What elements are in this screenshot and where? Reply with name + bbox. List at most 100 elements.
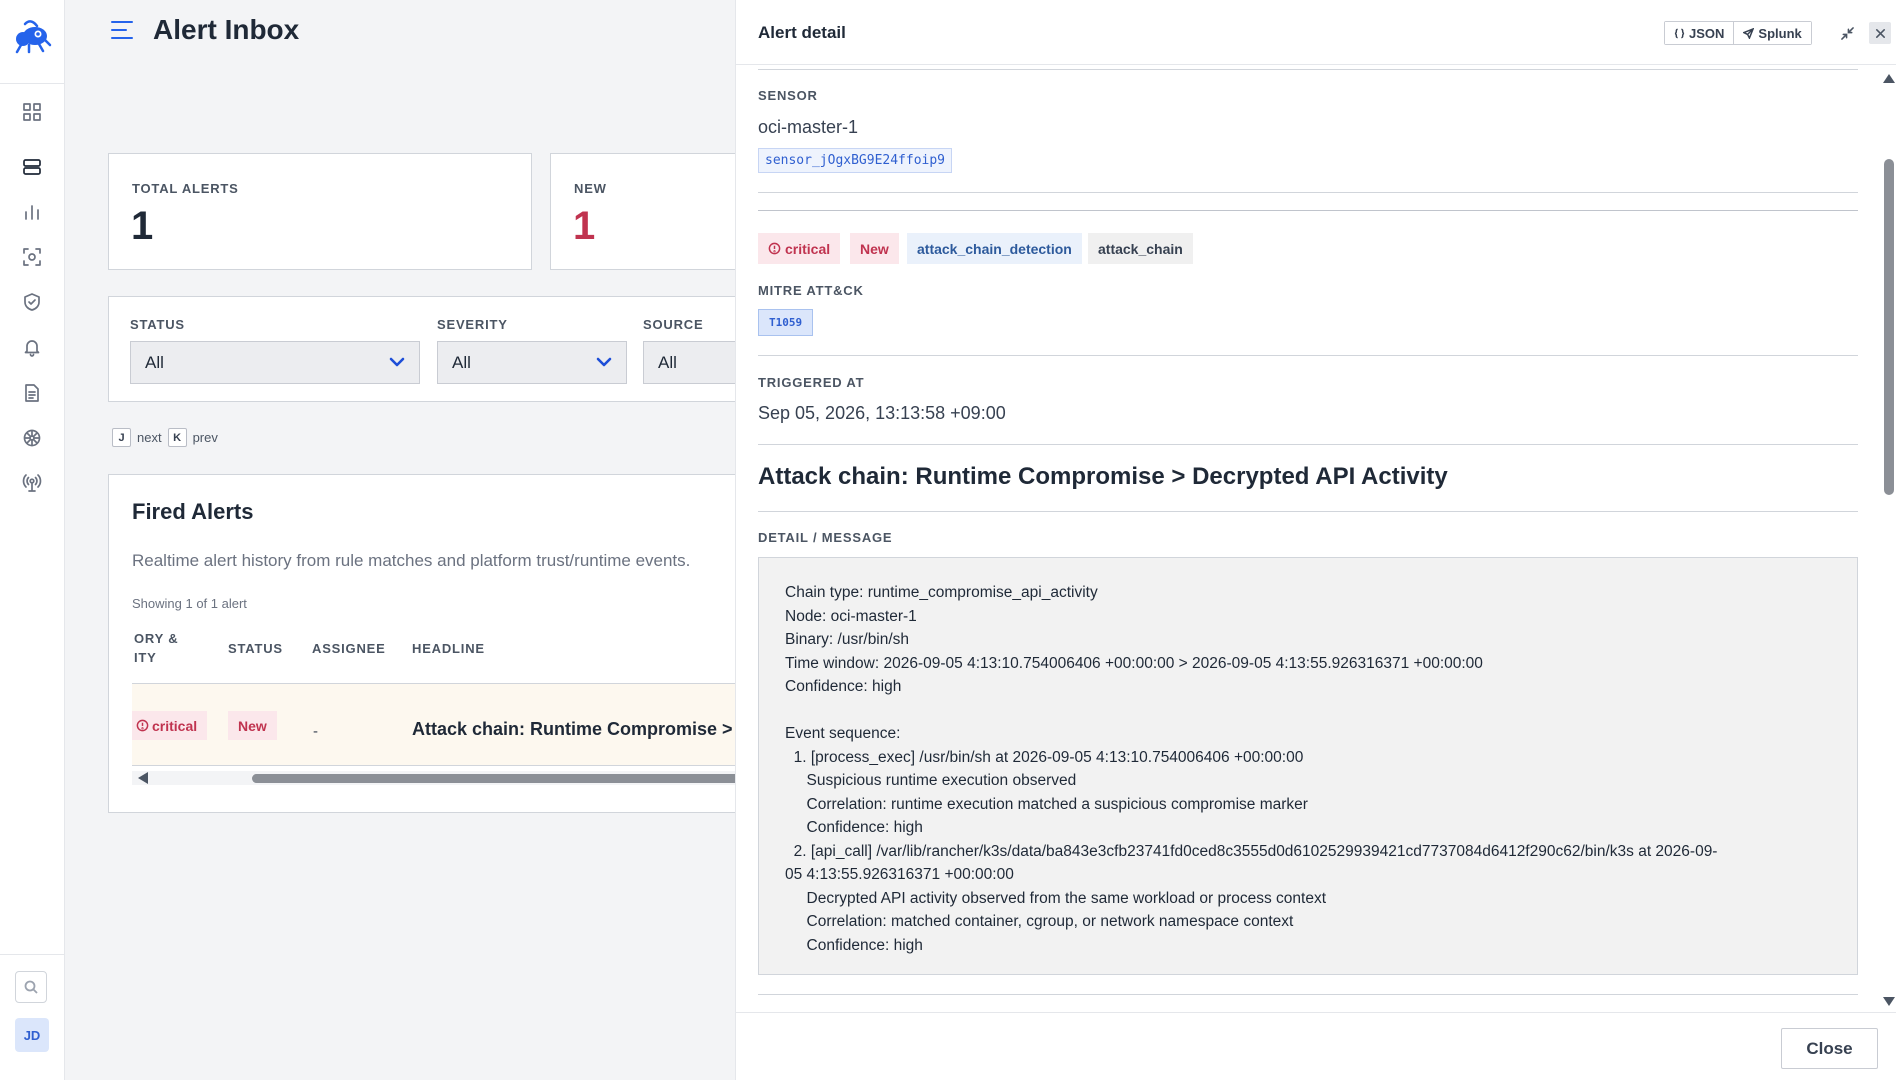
message-line: [785, 699, 1831, 723]
scroll-left-arrow[interactable]: [138, 772, 148, 784]
collapse-button[interactable]: [1836, 22, 1858, 44]
braces-icon: [1674, 28, 1685, 38]
logo-icon[interactable]: [11, 14, 53, 56]
table-divider: [132, 765, 735, 766]
dashboard-icon[interactable]: [20, 100, 44, 124]
scroll-down-arrow[interactable]: [1883, 997, 1895, 1006]
avatar[interactable]: JD: [15, 1018, 49, 1052]
panel-subtitle: Realtime alert history from rule matches…: [132, 551, 691, 570]
close-button[interactable]: Close: [1781, 1028, 1878, 1069]
severity-select-value: All: [452, 353, 471, 372]
sensor-id-chip: sensor_jOgxBG9E24ffoip9: [758, 148, 953, 173]
panel-title: Fired Alerts: [132, 499, 254, 524]
message-label: DETAIL / MESSAGE: [758, 530, 893, 545]
triggered-label: TRIGGERED AT: [758, 375, 865, 390]
message-line: 05 4:13:55.926316371 +00:00:00: [785, 866, 1014, 883]
scrollbar-thumb[interactable]: [252, 774, 735, 783]
drawer-header: Alert detail JSON Splunk: [736, 0, 1896, 65]
stat-label: NEW: [574, 181, 607, 196]
section-divider: [758, 192, 1858, 193]
scrollbar-thumb[interactable]: [1884, 159, 1894, 495]
sidebar-divider: [0, 954, 65, 955]
send-icon: [1743, 27, 1755, 39]
message-line: Suspicious runtime execution observed: [785, 772, 1077, 789]
drawer-close-button[interactable]: [1869, 22, 1891, 44]
json-button[interactable]: JSON: [1665, 22, 1734, 44]
status-select[interactable]: All: [130, 341, 420, 384]
message-line: Chain type: runtime_compromise_api_activ…: [785, 584, 1098, 601]
vertical-scrollbar[interactable]: [1879, 66, 1896, 1012]
sensor-label: SENSOR: [758, 88, 818, 103]
severity-tag: critical: [758, 233, 841, 264]
antenna-icon[interactable]: [20, 471, 44, 495]
alert-circle-icon: [136, 719, 149, 732]
column-header-assignee[interactable]: ASSIGNEE: [312, 639, 386, 658]
section-divider: [758, 511, 1858, 512]
severity-select[interactable]: All: [437, 341, 627, 384]
detection-type-tag: attack_chain_detection: [907, 233, 1082, 264]
triggered-at: Sep 05, 2026, 13:13:58 +09:00: [758, 403, 1006, 423]
sensor-name: oci-master-1: [758, 117, 859, 137]
column-header-status[interactable]: STATUS: [228, 639, 283, 658]
network-icon[interactable]: [20, 426, 44, 450]
column-header-category[interactable]: ORY & ITY: [134, 629, 178, 667]
message-box: Chain type: runtime_compromise_api_activ…: [758, 557, 1858, 975]
table-row[interactable]: critical New - Attack chain: Runtime Com…: [132, 684, 735, 765]
result-count: Showing 1 of 1 alert: [132, 596, 247, 611]
message-line: Confidence: high: [785, 936, 923, 954]
kbd-prev-label: prev: [192, 430, 218, 445]
stat-card-total: TOTAL ALERTS 1: [108, 153, 532, 270]
kbd-next-label: next: [137, 430, 162, 445]
fired-alerts-panel: Fired Alerts Realtime alert history from…: [108, 474, 735, 813]
scroll-up-arrow[interactable]: [1883, 74, 1895, 83]
drawer-footer: Close: [736, 1012, 1896, 1080]
kbd-next-key: J: [112, 428, 131, 447]
drawer-body: SENSOR oci-master-1 sensor_jOgxBG9E24ffo…: [736, 66, 1896, 1012]
severity-tag-label: critical: [785, 240, 831, 257]
scan-icon[interactable]: [20, 245, 44, 269]
page-title: Alert Inbox: [153, 14, 300, 45]
headline-cell: Attack chain: Runtime Compromise > D: [412, 719, 735, 739]
source-select[interactable]: All: [643, 341, 735, 384]
filter-panel: STATUS All SEVERITY All SOURCE All: [108, 296, 735, 402]
chart-icon[interactable]: [20, 200, 44, 224]
horizontal-scrollbar[interactable]: [132, 771, 735, 785]
sidebar-divider: [0, 83, 65, 84]
severity-badge: critical: [132, 711, 208, 740]
message-line: Node: oci-master-1: [785, 607, 917, 625]
sidebar: JD: [0, 0, 65, 1080]
section-divider: [758, 994, 1858, 995]
shield-icon[interactable]: [20, 290, 44, 314]
stat-value: 1: [131, 204, 154, 248]
server-icon[interactable]: [20, 155, 44, 179]
menu-toggle-icon[interactable]: [111, 21, 135, 41]
message-line: Binary: /usr/bin/sh: [785, 631, 910, 648]
drawer-title: Alert detail: [758, 23, 846, 42]
message-line: Event sequence:: [785, 725, 901, 742]
section-divider: [758, 210, 1858, 211]
mitre-label: MITRE ATT&CK: [758, 283, 864, 298]
message-line: Decrypted API activity observed from the…: [785, 889, 1327, 907]
message-line: Time window: 2026-09-05 4:13:10.75400640…: [785, 654, 1483, 672]
document-icon[interactable]: [20, 381, 44, 405]
message-line: Confidence: high: [785, 678, 902, 695]
section-divider: [758, 69, 1858, 70]
message-line: Confidence: high: [785, 819, 923, 836]
minimize-icon: [1840, 26, 1854, 40]
status-tag: New: [850, 233, 899, 264]
stat-card-new: NEW 1: [550, 153, 735, 270]
search-icon: [24, 980, 38, 994]
bell-icon[interactable]: [20, 335, 44, 359]
close-icon: [1875, 28, 1885, 38]
status-select-value: All: [145, 353, 164, 372]
filter-label-severity: SEVERITY: [437, 317, 508, 332]
category-tag: attack_chain: [1088, 233, 1193, 264]
message-line: Correlation: matched container, cgroup, …: [785, 913, 1294, 930]
export-button-group: JSON Splunk: [1664, 21, 1812, 45]
splunk-button[interactable]: Splunk: [1733, 22, 1811, 44]
column-header-headline[interactable]: HEADLINE: [412, 639, 485, 658]
mitre-technique-chip[interactable]: T1059: [758, 309, 814, 336]
search-button[interactable]: [15, 971, 47, 1003]
chevron-down-icon: [596, 357, 612, 367]
chevron-down-icon: [389, 357, 405, 367]
